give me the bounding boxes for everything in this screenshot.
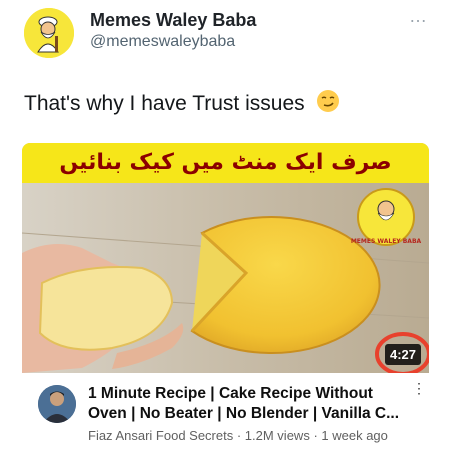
- display-name[interactable]: Memes Waley Baba: [90, 10, 256, 31]
- channel-person-icon: [38, 385, 76, 423]
- profile-avatar[interactable]: [24, 8, 74, 58]
- video-title-line-2: Oven | No Beater | No Blender | Vanilla …: [88, 405, 400, 422]
- tweet-text: That's why I have Trust issues: [24, 89, 340, 116]
- smirk-emoji-icon: [317, 90, 340, 112]
- view-count: 1.2M views: [244, 428, 310, 443]
- channel-name[interactable]: Fiaz Ansari Food Secrets: [88, 428, 233, 443]
- tweet-header: Memes Waley Baba @memeswaleybaba …: [0, 0, 450, 70]
- video-title[interactable]: 1 Minute Recipe | Cake Recipe Without Ov…: [88, 384, 408, 424]
- video-title-line-1: 1 Minute Recipe | Cake Recipe Without: [88, 385, 373, 402]
- video-menu-icon[interactable]: ⋮: [412, 381, 426, 395]
- baba-cartoon-icon: [24, 8, 74, 58]
- upload-age: 1 week ago: [321, 428, 388, 443]
- more-options-icon[interactable]: …: [409, 6, 428, 27]
- video-subtitle: Fiaz Ansari Food Secrets · 1.2M views · …: [88, 428, 388, 443]
- separator: ·: [233, 428, 245, 443]
- user-handle[interactable]: @memeswaleybaba: [90, 33, 235, 51]
- watermark-text: MEMES WALEY BABA: [351, 238, 422, 245]
- video-duration-badge: 4:27: [384, 344, 421, 365]
- video-details[interactable]: 1 Minute Recipe | Cake Recipe Without Ov…: [22, 373, 429, 456]
- video-thumbnail[interactable]: MEMES WALEY BABA صرف ایک منٹ میں کیک بنا…: [22, 143, 429, 373]
- separator: ·: [309, 428, 322, 443]
- tweet-text-content: That's why I have Trust issues: [24, 92, 305, 115]
- banner-text: صرف ایک منٹ میں کیک بنائیں: [59, 150, 392, 175]
- title-banner: صرف ایک منٹ میں کیک بنائیں: [22, 143, 429, 183]
- channel-avatar[interactable]: [38, 385, 76, 423]
